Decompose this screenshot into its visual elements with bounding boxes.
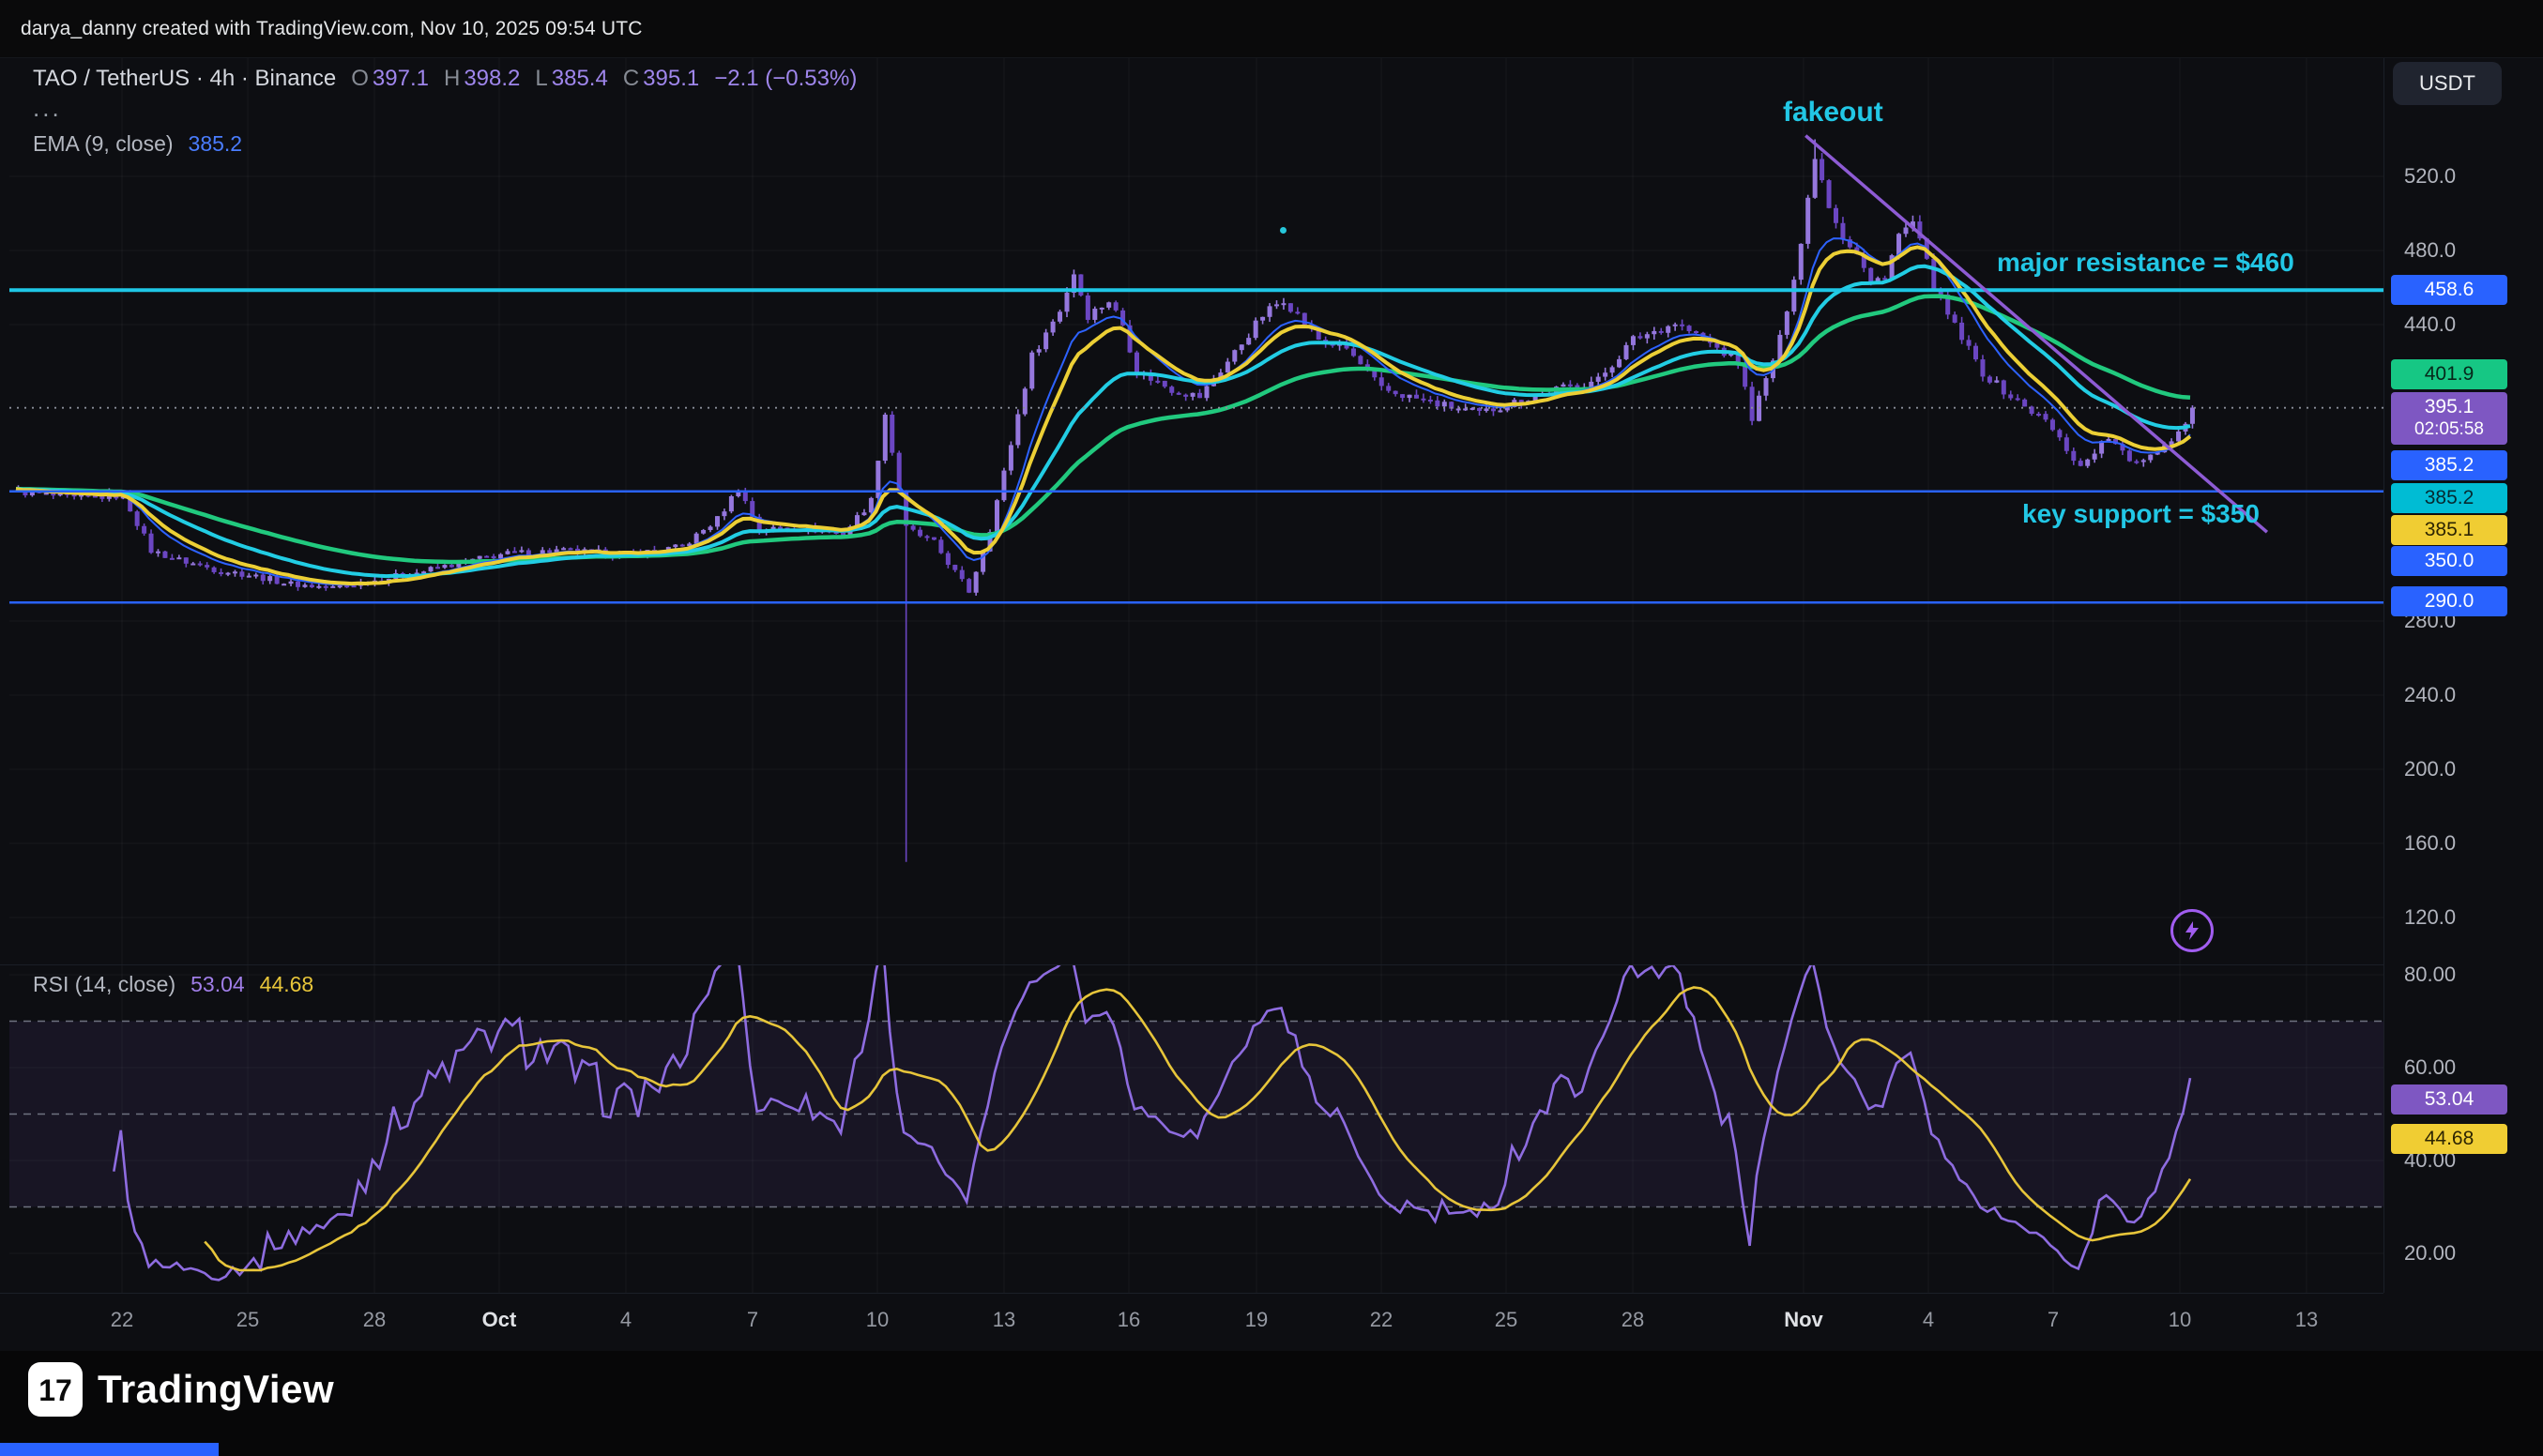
time-tick-label: 13	[2295, 1308, 2318, 1332]
ema-indicator-value: 385.2	[189, 131, 243, 157]
fakeout-annotation[interactable]: fakeout	[1783, 97, 1883, 129]
price-tick-label: 120.0	[2404, 905, 2456, 930]
price-badge: 385.1	[2391, 515, 2507, 545]
time-tick-label: 7	[2048, 1308, 2059, 1332]
price-badge: 385.2	[2391, 450, 2507, 480]
dot-annotation	[1280, 227, 1287, 234]
time-tick-label: 10	[866, 1308, 889, 1332]
time-tick-label: 25	[236, 1308, 259, 1332]
rsi-indicator-label: RSI (14, close)	[33, 972, 175, 997]
ohlc-open: O 397.1	[351, 66, 429, 92]
tradingview-chart-screenshot: darya_danny created with TradingView.com…	[0, 0, 2543, 1456]
symbol-legend: TAO / TetherUS · 4h · Binance O 397.1 H …	[33, 66, 857, 92]
svg-text:17: 17	[38, 1373, 72, 1407]
time-tick-label: 16	[1118, 1308, 1140, 1332]
time-tick-label: 7	[747, 1308, 758, 1332]
price-badge: 290.0	[2391, 586, 2507, 616]
ohlc-close: C 395.1	[623, 66, 699, 92]
price-badge: 401.9	[2391, 359, 2507, 389]
support-annotation[interactable]: key support = $350	[2022, 499, 2260, 529]
price-tick-label: 160.0	[2404, 831, 2456, 856]
time-axis[interactable]: 22 25 28 Oct 4 7 10 13 16 19 22 25 28 Nov 4 7 10 13	[0, 1293, 2383, 1351]
price-badge: 395.102:05:58	[2391, 392, 2507, 445]
ohlc-high: H 398.2	[444, 66, 520, 92]
time-tick-label: 4	[1923, 1308, 1934, 1332]
time-tick-label: 28	[1622, 1308, 1644, 1332]
pane-separator[interactable]	[0, 964, 2383, 965]
time-tick-label: 28	[363, 1308, 386, 1332]
price-chart-canvas[interactable]	[0, 0, 2543, 1456]
tradingview-wordmark: TradingView	[98, 1367, 334, 1412]
rsi-legend[interactable]: RSI (14, close) 53.04 44.68	[33, 972, 313, 997]
symbol-title[interactable]: TAO / TetherUS · 4h · Binance	[33, 66, 336, 92]
rsi-tick-label: 60.00	[2404, 1055, 2456, 1080]
time-tick-label: 19	[1245, 1308, 1268, 1332]
rsi-badge: 53.04	[2391, 1084, 2507, 1115]
price-badge: 458.6	[2391, 275, 2507, 305]
rsi-tick-label: 80.00	[2404, 963, 2456, 987]
rsi-indicator-value: 53.04	[190, 972, 245, 997]
rsi-ma-value: 44.68	[260, 972, 314, 997]
rsi-tick-label: 20.00	[2404, 1241, 2456, 1266]
ema-legend[interactable]: EMA (9, close) 385.2	[33, 131, 242, 157]
indicator-more-menu[interactable]: ...	[33, 94, 62, 123]
time-tick-label: 22	[1370, 1308, 1393, 1332]
rsi-badge: 44.68	[2391, 1124, 2507, 1154]
ohlc-low: L 385.4	[535, 66, 607, 92]
tradingview-logo-icon: 17	[28, 1362, 83, 1417]
resistance-annotation[interactable]: major resistance = $460	[1997, 248, 2294, 278]
price-badge: 385.2	[2391, 483, 2507, 513]
time-tick-label: 4	[620, 1308, 632, 1332]
bottom-progress-strip	[0, 1443, 219, 1456]
price-badge: 350.0	[2391, 546, 2507, 576]
boost-button[interactable]	[2170, 909, 2214, 952]
price-axis[interactable]: 520.0480.0440.0280.0240.0200.0160.0120.0…	[2383, 58, 2543, 1293]
lightning-icon	[2181, 919, 2203, 942]
time-tick-label: 13	[993, 1308, 1015, 1332]
time-tick-label: Nov	[1784, 1308, 1823, 1332]
time-tick-label: 25	[1495, 1308, 1517, 1332]
footer-brand[interactable]: 17 TradingView	[28, 1362, 334, 1417]
price-tick-label: 520.0	[2404, 164, 2456, 189]
price-tick-label: 240.0	[2404, 683, 2456, 707]
price-change: −2.1 (−0.53%)	[714, 66, 857, 92]
price-tick-label: 480.0	[2404, 238, 2456, 263]
time-tick-label: 10	[2169, 1308, 2191, 1332]
ema-indicator-label: EMA (9, close)	[33, 131, 174, 157]
price-tick-label: 440.0	[2404, 312, 2456, 337]
time-tick-label: 22	[111, 1308, 133, 1332]
price-tick-label: 200.0	[2404, 757, 2456, 781]
time-tick-label: Oct	[482, 1308, 517, 1332]
